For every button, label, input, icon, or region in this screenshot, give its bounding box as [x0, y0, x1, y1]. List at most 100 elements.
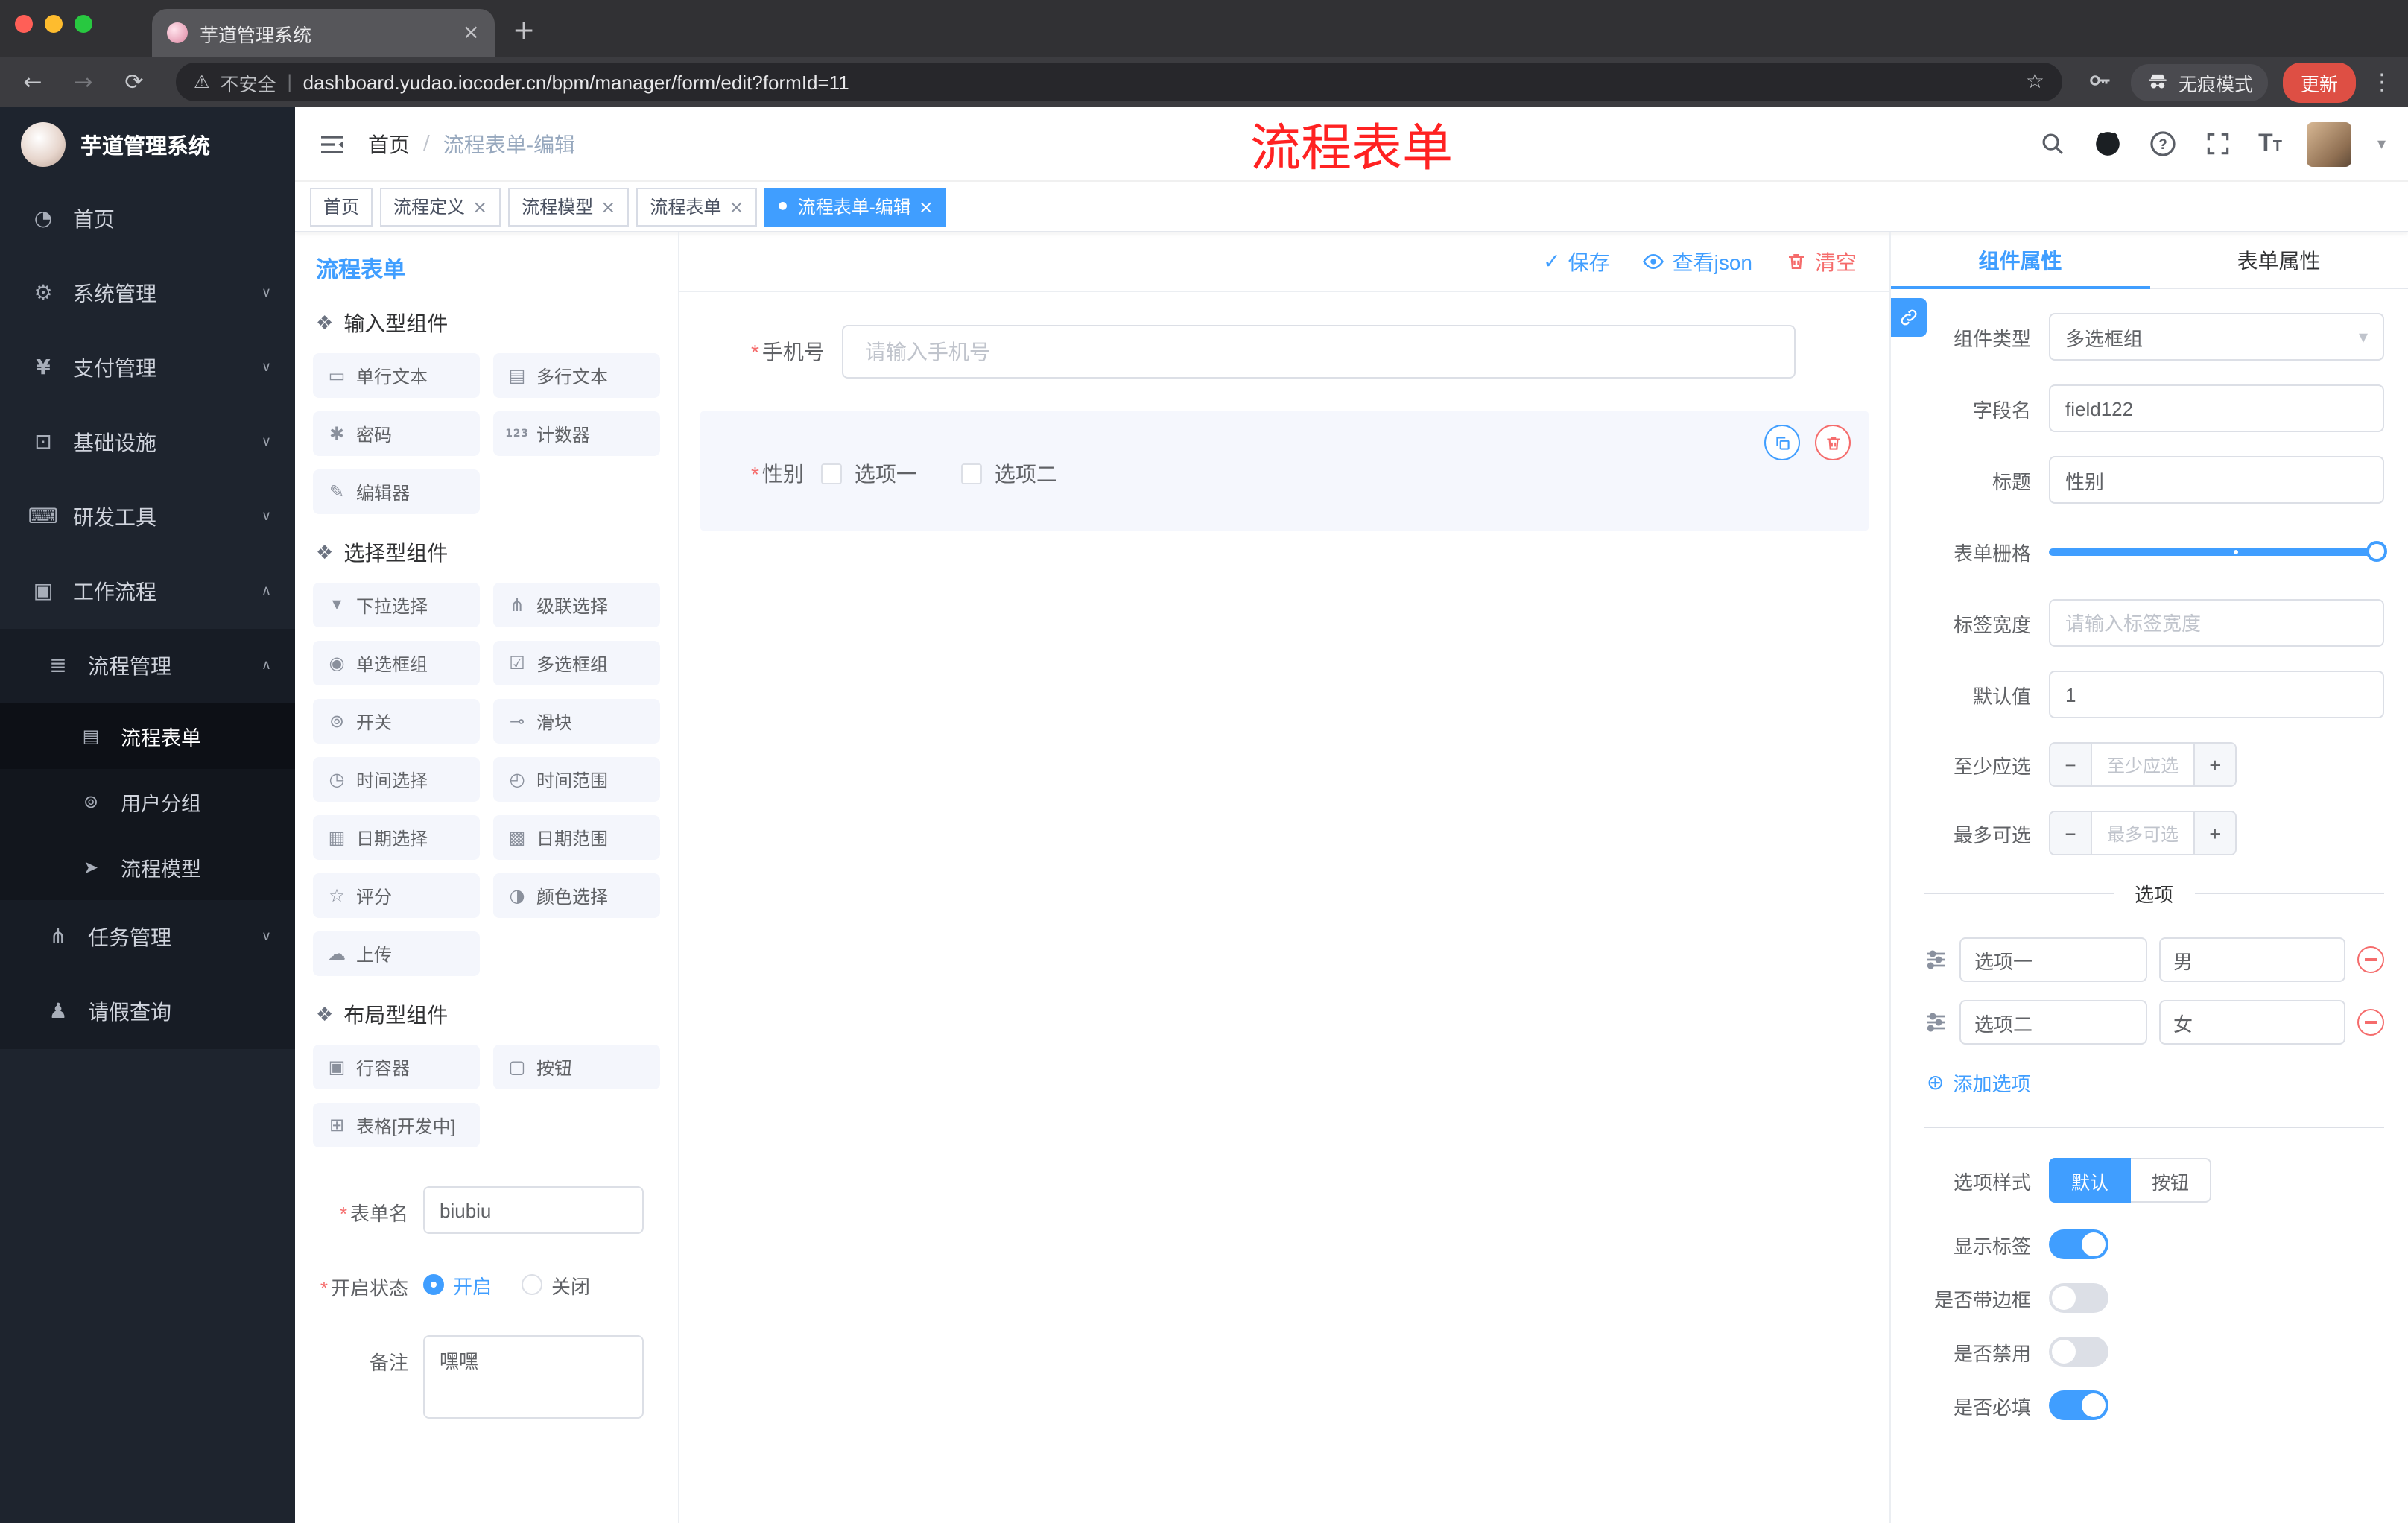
sidebar-item-process-model[interactable]: 流程模型	[0, 835, 295, 900]
component-type-select[interactable]: 多选框组	[2049, 313, 2384, 361]
sidebar-item-leave-query[interactable]: 请假查询	[0, 975, 295, 1049]
remove-option-icon[interactable]	[2357, 1009, 2384, 1036]
window-minimize-button[interactable]	[45, 15, 63, 33]
browser-menu-icon[interactable]	[2371, 71, 2393, 93]
palette-item-password[interactable]: 密码	[313, 411, 480, 456]
status-radio-off[interactable]: 关闭	[522, 1270, 590, 1299]
clear-button[interactable]: 清空	[1785, 247, 1857, 276]
back-button[interactable]	[15, 71, 51, 93]
slider-track[interactable]	[2049, 540, 2387, 561]
bookmark-star-icon[interactable]	[2026, 72, 2044, 92]
palette-item-row-container[interactable]: 行容器	[313, 1045, 480, 1089]
tab-close-icon[interactable]	[463, 22, 480, 43]
border-switch[interactable]	[2049, 1283, 2108, 1313]
sidebar-item-system-management[interactable]: 系统管理	[0, 256, 295, 331]
palette-item-radio-group[interactable]: 单选框组	[313, 641, 480, 685]
palette-item-counter[interactable]: 计数器	[493, 411, 660, 456]
tag-process-model[interactable]: 流程模型	[508, 187, 630, 226]
link-button[interactable]	[1891, 298, 1927, 337]
sidebar-item-process-form[interactable]: 流程表单	[0, 703, 295, 769]
grid-slider[interactable]	[2049, 528, 2387, 575]
copy-field-button[interactable]	[1764, 425, 1800, 460]
palette-item-table[interactable]: 表格[开发中]	[313, 1103, 480, 1147]
palette-item-time-range[interactable]: 时间范围	[493, 757, 660, 802]
palette-item-switch[interactable]: 开关	[313, 699, 480, 744]
default-value-input[interactable]	[2049, 671, 2384, 718]
remove-option-icon[interactable]	[2357, 946, 2384, 973]
stepper-decrease-button[interactable]: −	[2050, 812, 2092, 854]
sidebar-toggle-icon[interactable]	[317, 129, 347, 159]
window-close-button[interactable]	[15, 15, 33, 33]
field-phone[interactable]: * 手机号	[700, 325, 1869, 379]
option-2-label-input[interactable]	[1959, 1000, 2146, 1045]
tag-close-icon[interactable]	[601, 197, 615, 215]
address-bar[interactable]: 不安全 dashboard.yudao.iocoder.cn/bpm/manag…	[176, 63, 2062, 101]
option-2-value-input[interactable]	[2158, 1000, 2345, 1045]
label-width-input[interactable]	[2049, 599, 2384, 647]
form-name-input[interactable]	[423, 1186, 644, 1234]
search-icon[interactable]	[2038, 129, 2068, 159]
reload-button[interactable]	[116, 71, 152, 93]
tag-process-definition[interactable]: 流程定义	[380, 187, 501, 226]
tab-component-props[interactable]: 组件属性	[1891, 232, 2149, 289]
palette-item-checkbox-group[interactable]: 多选框组	[493, 641, 660, 685]
user-avatar[interactable]	[2307, 121, 2352, 166]
show-label-switch[interactable]	[2049, 1229, 2108, 1259]
palette-item-cascader[interactable]: 级联选择	[493, 583, 660, 627]
style-button-button[interactable]: 按钮	[2131, 1158, 2212, 1203]
breadcrumb-home[interactable]: 首页	[368, 129, 410, 159]
stepper-increase-button[interactable]: +	[2193, 812, 2235, 854]
stepper-decrease-button[interactable]: −	[2050, 744, 2092, 785]
stepper-increase-button[interactable]: +	[2193, 744, 2235, 785]
palette-item-rate[interactable]: 评分	[313, 873, 480, 918]
browser-tab[interactable]: 芋道管理系统	[152, 9, 495, 57]
palette-item-multi-line-text[interactable]: 多行文本	[493, 353, 660, 398]
palette-item-select[interactable]: 下拉选择	[313, 583, 480, 627]
sidebar-item-task-management[interactable]: 任务管理	[0, 900, 295, 975]
forward-button[interactable]	[66, 71, 101, 93]
sidebar-item-payment-management[interactable]: 支付管理	[0, 331, 295, 405]
phone-input[interactable]	[842, 325, 1796, 379]
slider-handle[interactable]	[2366, 540, 2387, 561]
avatar-caret-icon[interactable]	[2377, 136, 2386, 152]
tag-process-form-edit[interactable]: 流程表单-编辑	[764, 187, 947, 226]
palette-item-upload[interactable]: 上传	[313, 931, 480, 976]
option-1-label-input[interactable]	[1959, 937, 2146, 982]
tag-close-icon[interactable]	[729, 197, 744, 215]
form-remark-textarea[interactable]: 嘿嘿	[423, 1335, 644, 1419]
option-1-value-input[interactable]	[2158, 937, 2345, 982]
status-radio-on[interactable]: 开启	[423, 1270, 492, 1299]
palette-item-single-line-text[interactable]: 单行文本	[313, 353, 480, 398]
fullscreen-icon[interactable]	[2203, 129, 2233, 159]
drag-handle-icon[interactable]	[1924, 1010, 1948, 1034]
tab-form-props[interactable]: 表单属性	[2149, 232, 2408, 288]
min-select-placeholder[interactable]: 至少应选	[2092, 744, 2193, 785]
view-json-button[interactable]: 查看json	[1643, 247, 1752, 276]
sidebar-item-workflow[interactable]: 工作流程	[0, 554, 295, 629]
drag-handle-icon[interactable]	[1924, 948, 1948, 972]
sidebar-item-dev-tools[interactable]: 研发工具	[0, 480, 295, 554]
save-button[interactable]: 保存	[1543, 247, 1610, 276]
sidebar-item-home[interactable]: 首页	[0, 182, 295, 256]
palette-item-slider[interactable]: 滑块	[493, 699, 660, 744]
palette-item-time-picker[interactable]: 时间选择	[313, 757, 480, 802]
sidebar-item-infrastructure[interactable]: 基础设施	[0, 405, 295, 480]
sidebar-item-process-management[interactable]: 流程管理	[0, 629, 295, 703]
sidebar-item-user-group[interactable]: 用户分组	[0, 769, 295, 835]
style-default-button[interactable]: 默认	[2049, 1158, 2132, 1203]
field-gender-selected[interactable]: * 性别 选项一 选项二	[700, 411, 1869, 531]
palette-item-button[interactable]: 按钮	[493, 1045, 660, 1089]
password-key-icon[interactable]	[2086, 67, 2116, 97]
field-name-input[interactable]	[2049, 384, 2384, 432]
delete-field-button[interactable]	[1815, 425, 1851, 460]
title-input[interactable]	[2049, 456, 2384, 504]
tag-close-icon[interactable]	[472, 197, 487, 215]
palette-item-color-picker[interactable]: 颜色选择	[493, 873, 660, 918]
github-icon[interactable]	[2093, 129, 2123, 159]
max-select-placeholder[interactable]: 最多可选	[2092, 812, 2193, 854]
help-icon[interactable]: ?	[2148, 129, 2178, 159]
palette-item-editor[interactable]: 编辑器	[313, 469, 480, 514]
checkbox-option-2[interactable]: 选项二	[961, 459, 1057, 489]
new-tab-button[interactable]	[513, 18, 535, 57]
tag-process-form[interactable]: 流程表单	[636, 187, 758, 226]
